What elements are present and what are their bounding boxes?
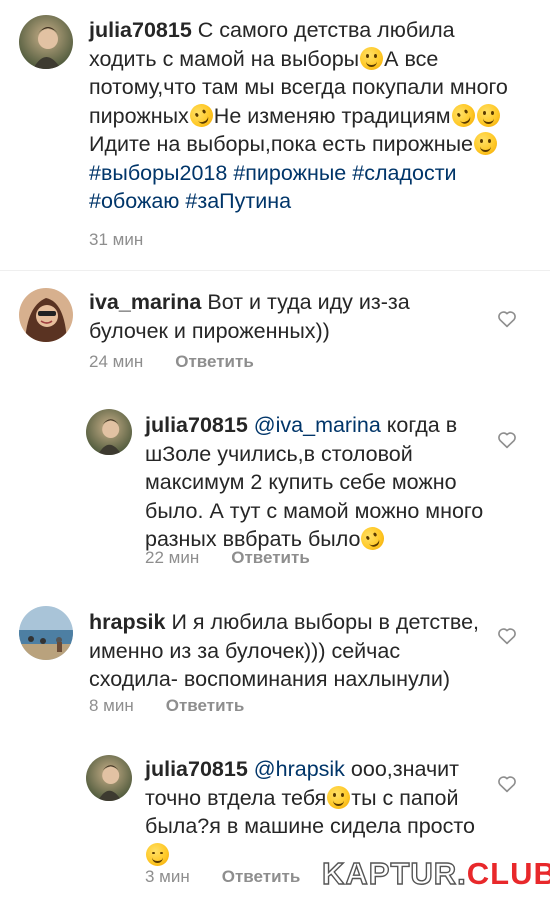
- timestamp: 24 мин: [89, 352, 144, 371]
- username[interactable]: julia70815: [89, 18, 192, 42]
- comment-body: julia70815 С самого детства любила ходить…: [89, 16, 509, 216]
- reply-button[interactable]: Ответить: [222, 867, 301, 886]
- like-button[interactable]: [497, 775, 517, 793]
- username[interactable]: iva_marina: [89, 290, 201, 314]
- comment-meta: 24 мин Ответить: [89, 352, 254, 372]
- comment-body: julia70815 @iva_marina когда в шЗоле учил…: [145, 411, 490, 554]
- smile-emoji-icon: [360, 46, 384, 70]
- mention-link[interactable]: @iva_marina: [254, 413, 381, 437]
- reply-button[interactable]: Ответить: [231, 548, 310, 567]
- comment-body: hrapsik И я любила выборы в детстве, имен…: [89, 608, 489, 694]
- reply-button[interactable]: Ответить: [166, 696, 245, 715]
- avatar[interactable]: [19, 15, 73, 69]
- smile-emoji-icon: [476, 103, 500, 127]
- smile-emoji-icon: [474, 132, 498, 155]
- username[interactable]: julia70815: [145, 757, 248, 781]
- timestamp: 22 мин: [145, 548, 200, 567]
- heart-outline-icon: [498, 311, 516, 328]
- like-button[interactable]: [497, 310, 517, 328]
- heart-outline-icon: [498, 432, 516, 449]
- smile-emoji-icon: [327, 785, 351, 809]
- like-button[interactable]: [497, 627, 517, 645]
- avatar[interactable]: [19, 606, 73, 660]
- username[interactable]: hrapsik: [89, 610, 165, 634]
- comment-meta: 31 мин: [89, 230, 143, 250]
- text-segment: Не изменяю традициям: [213, 103, 451, 128]
- comment-meta: 22 мин Ответить: [145, 548, 310, 568]
- comment-meta: 3 мин Ответить: [145, 867, 300, 887]
- comment-body: julia70815 @hrapsik ооо,значит точно втде…: [145, 755, 490, 869]
- timestamp: 3 мин: [145, 867, 190, 886]
- watermark-suffix: CLUB: [466, 856, 550, 891]
- watermark-prefix: KAPTUR.: [321, 855, 467, 891]
- timestamp: 8 мин: [89, 696, 134, 715]
- username[interactable]: julia70815: [145, 413, 248, 437]
- laugh-emoji-icon: [186, 99, 217, 131]
- comment-body: iva_marina Вот и туда иду из-за булочек и…: [89, 288, 489, 345]
- avatar[interactable]: [86, 409, 132, 455]
- reply-button[interactable]: Ответить: [175, 352, 254, 371]
- timestamp: 31 мин: [89, 230, 144, 249]
- divider: [0, 270, 550, 271]
- comment-text: С самого детства любила ходить с мамой н…: [89, 18, 508, 213]
- heart-outline-icon: [498, 776, 516, 793]
- like-button[interactable]: [497, 431, 517, 449]
- comment-meta: 8 мин Ответить: [89, 696, 244, 716]
- text-segment: Идите на выборы,пока есть пирожные: [89, 132, 474, 156]
- avatar[interactable]: [86, 755, 132, 801]
- laugh-emoji-icon: [447, 99, 479, 131]
- heart-outline-icon: [498, 628, 516, 645]
- mention-link[interactable]: @hrapsik: [254, 757, 345, 781]
- laugh-emoji-icon: [357, 523, 389, 554]
- hashtags[interactable]: #выборы2018 #пирожные #сладости #обожаю …: [89, 161, 457, 214]
- wink-emoji-icon: [146, 842, 169, 866]
- avatar[interactable]: [19, 288, 73, 342]
- watermark-logo: KAPTUR.CLUB: [321, 855, 550, 892]
